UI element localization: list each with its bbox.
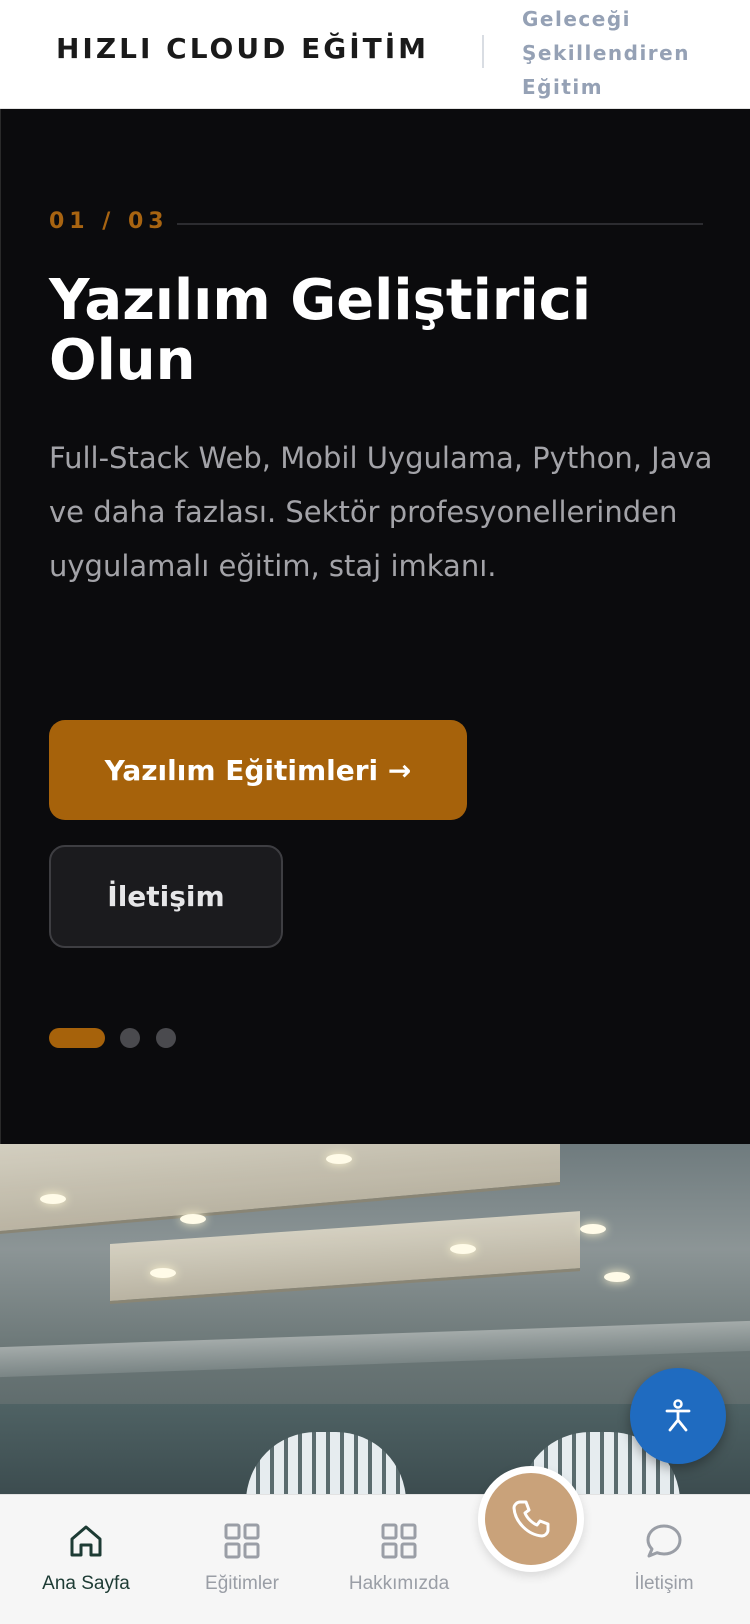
software-courses-button[interactable]: Yazılım Eğitimleri → [49,720,467,820]
hero-slider: 01 / 03 Yazılım Geliştirici Olun Full-St… [0,109,750,1144]
hero-title: Yazılım Geliştirici Olun [49,268,592,393]
slide-counter-line [177,223,703,225]
ceiling-light [180,1214,206,1224]
nav-item-contact[interactable]: İletişim [589,1495,739,1624]
slide-counter: 01 / 03 [49,209,169,234]
accessibility-button[interactable] [630,1368,726,1464]
phone-icon [512,1500,550,1538]
accessibility-icon [665,1399,691,1432]
ceiling-light [580,1224,606,1234]
header-divider [482,35,484,68]
grid-icon [222,1521,262,1561]
home-icon [66,1521,106,1561]
ceiling-light [450,1244,476,1254]
slide-dot-1-active[interactable] [49,1028,105,1048]
ceiling-light [40,1194,66,1204]
nav-item-label: Ana Sayfa [42,1573,130,1594]
brand-logo-text[interactable]: HIZLI CLOUD EĞİTİM [56,32,429,65]
nav-item-about[interactable]: Hakkımızda [324,1495,474,1624]
slide-dot-3[interactable] [156,1028,176,1048]
ceiling-light [326,1154,352,1164]
grid-icon [379,1521,419,1561]
ceiling-beam [0,1320,750,1378]
hero-description: Full-Stack Web, Mobil Uygulama, Python, … [49,441,713,583]
ceiling-light [150,1268,176,1278]
nav-item-home[interactable]: Ana Sayfa [11,1495,161,1624]
call-button[interactable] [478,1466,584,1572]
nav-item-label: Eğitimler [205,1573,279,1594]
brand-tagline: Geleceği Şekillendiren Eğitim [522,7,690,99]
contact-button[interactable]: İletişim [49,845,283,948]
ceiling-light [604,1272,630,1282]
nav-item-label: İletişim [634,1573,694,1594]
site-header: HIZLI CLOUD EĞİTİM Geleceği Şekillendire… [0,0,750,109]
nav-item-courses[interactable]: Eğitimler [167,1495,317,1624]
chat-bubble-icon [644,1521,684,1561]
nav-item-label: Hakkımızda [348,1573,450,1594]
slide-dot-2[interactable] [120,1028,140,1048]
bottom-navigation: Ana Sayfa Eğitimler Hakkımızda İletişim [0,1494,750,1624]
ceiling-panel [110,1211,580,1304]
